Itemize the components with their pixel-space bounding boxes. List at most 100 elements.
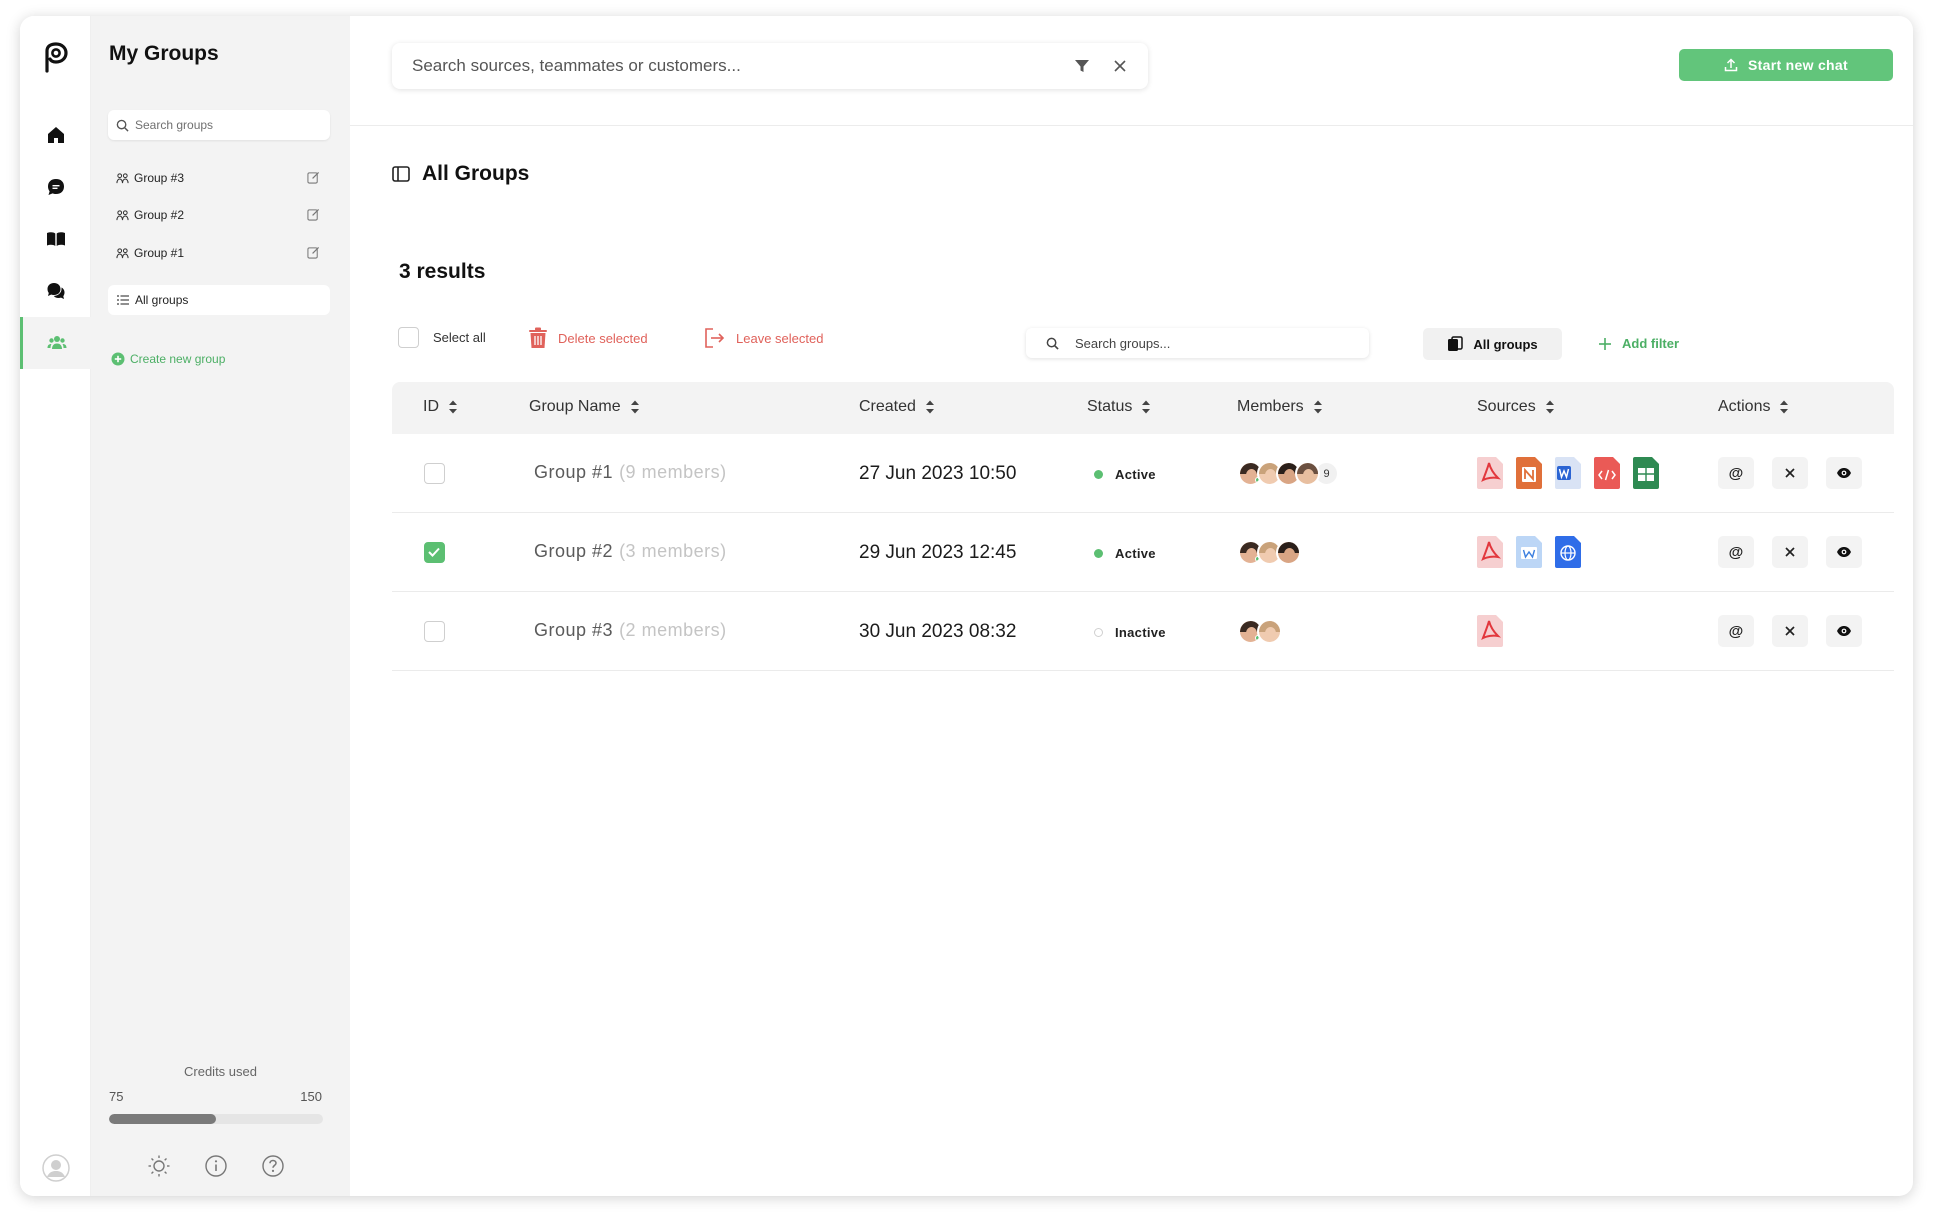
view-button[interactable] (1826, 536, 1862, 568)
row-checkbox[interactable] (424, 621, 445, 642)
info-icon[interactable] (204, 1154, 228, 1178)
row-checkbox[interactable] (424, 542, 445, 563)
team-icon (47, 336, 67, 349)
credits-progress-fill (109, 1114, 216, 1124)
html-icon[interactable] (1594, 457, 1620, 489)
nav-home[interactable] (20, 109, 91, 161)
pdf-icon[interactable] (1477, 615, 1503, 647)
sidebar-search[interactable] (108, 110, 330, 140)
members-avatars[interactable]: 9 (1238, 461, 1339, 486)
remove-button[interactable] (1772, 457, 1808, 489)
member-avatar (1276, 540, 1301, 565)
all-groups-filter-label: All groups (1473, 336, 1538, 352)
column-header-created[interactable]: Created (859, 398, 935, 416)
table-row[interactable]: Group #2 (3 members) 29 Jun 2023 12:45 Acti… (392, 513, 1894, 592)
sheets-icon[interactable] (1633, 457, 1659, 489)
member-count: (2 members) (619, 620, 727, 640)
table-row[interactable]: Group #3 (2 members) 30 Jun 2023 08:32 Inac… (392, 592, 1894, 671)
sidebar-toggle-icon[interactable] (392, 165, 410, 183)
table-row[interactable]: Group #1 (9 members) 27 Jun 2023 10:50 Acti… (392, 434, 1894, 513)
status-badge: Active (1094, 546, 1156, 561)
edit-icon[interactable] (307, 246, 320, 259)
sidebar-search-input[interactable] (135, 118, 315, 132)
edit-icon[interactable] (307, 171, 320, 184)
all-groups-filter-button[interactable]: All groups (1423, 328, 1562, 360)
nav-groups[interactable] (20, 317, 91, 369)
column-header-sources[interactable]: Sources (1477, 398, 1555, 416)
pdf-icon[interactable] (1477, 536, 1503, 568)
mention-button[interactable]: @ (1718, 536, 1754, 568)
eye-icon (1837, 547, 1851, 557)
created-date: 30 Jun 2023 08:32 (859, 621, 1017, 642)
word-icon[interactable] (1555, 457, 1581, 489)
app-logo-icon[interactable] (41, 42, 69, 74)
eye-icon (1837, 626, 1851, 636)
table-search[interactable] (1026, 328, 1369, 358)
column-header-id[interactable]: ID (423, 398, 458, 416)
close-icon[interactable] (1112, 58, 1128, 74)
sidebar-item-group-1[interactable]: Group #1 (116, 243, 328, 263)
filter-icon[interactable] (1074, 58, 1090, 74)
checkmark-icon (428, 547, 440, 557)
table-search-input[interactable] (1075, 335, 1355, 351)
members-avatars[interactable] (1238, 619, 1282, 644)
nav-chat[interactable] (20, 161, 91, 213)
credits-progress-bar (109, 1114, 323, 1124)
member-count: (9 members) (619, 462, 727, 482)
leave-selected-button[interactable]: Leave selected (704, 327, 823, 349)
select-all-checkbox[interactable] (398, 327, 419, 348)
theme-sun-icon[interactable] (147, 1154, 171, 1178)
status-badge: Active (1094, 467, 1156, 482)
view-button[interactable] (1826, 615, 1862, 647)
sidebar-item-group-3[interactable]: Group #3 (116, 168, 328, 188)
global-search[interactable] (392, 43, 1148, 89)
logout-icon (705, 328, 725, 348)
nav-conversations[interactable] (20, 265, 91, 317)
icon-rail (20, 16, 91, 1196)
delete-selected-button[interactable]: Delete selected (528, 327, 648, 349)
sidebar-item-group-2[interactable]: Group #2 (116, 205, 328, 225)
sidebar-item-all-groups[interactable]: All groups (108, 285, 330, 315)
status-dot (1094, 470, 1103, 479)
web-icon[interactable] (1555, 536, 1581, 568)
create-group-button[interactable]: Create new group (111, 352, 225, 366)
table-header: ID Group Name Created Status Members Sou… (392, 382, 1894, 434)
remove-button[interactable] (1772, 536, 1808, 568)
edit-icon[interactable] (307, 208, 320, 221)
mention-button[interactable]: @ (1718, 457, 1754, 489)
column-header-label: Sources (1477, 398, 1536, 415)
nav-library[interactable] (20, 213, 91, 265)
user-avatar-icon[interactable] (42, 1154, 70, 1182)
start-new-chat-button[interactable]: Start new chat (1679, 49, 1893, 81)
gdoc-icon[interactable] (1516, 536, 1542, 568)
table-body: Group #1 (9 members) 27 Jun 2023 10:50 Acti… (392, 434, 1894, 671)
group-name[interactable]: Group #2 (3 members) (534, 541, 727, 562)
group-name[interactable]: Group #1 (9 members) (534, 462, 727, 483)
help-icon[interactable] (261, 1154, 285, 1178)
view-button[interactable] (1826, 457, 1862, 489)
pdf-icon[interactable] (1477, 457, 1503, 489)
row-checkbox[interactable] (424, 463, 445, 484)
column-header-status[interactable]: Status (1087, 398, 1151, 416)
sort-icon (925, 400, 934, 414)
groups-table: ID Group Name Created Status Members Sou… (392, 382, 1894, 671)
sidebar-item-label: Group #1 (134, 246, 185, 260)
column-header-actions[interactable]: Actions (1718, 398, 1789, 416)
members-avatars[interactable] (1238, 540, 1301, 565)
credits-min: 75 (109, 1089, 124, 1104)
chat-bubble-icon (47, 179, 64, 195)
group-name[interactable]: Group #3 (2 members) (534, 620, 727, 641)
add-filter-button[interactable]: Add filter (1598, 336, 1679, 351)
member-avatar (1257, 619, 1282, 644)
select-all[interactable]: Select all (398, 327, 486, 348)
notion-icon[interactable] (1516, 457, 1542, 489)
column-header-members[interactable]: Members (1237, 398, 1323, 416)
global-search-input[interactable] (412, 56, 1052, 76)
column-header-group-name[interactable]: Group Name (529, 398, 640, 416)
remove-button[interactable] (1772, 615, 1808, 647)
group-icon (116, 209, 129, 220)
sort-icon (630, 400, 639, 414)
mention-button[interactable]: @ (1718, 615, 1754, 647)
status-label: Inactive (1115, 625, 1166, 640)
groups-sidebar: My Groups Group #3 Group #2 Group #1 All… (91, 16, 350, 1196)
